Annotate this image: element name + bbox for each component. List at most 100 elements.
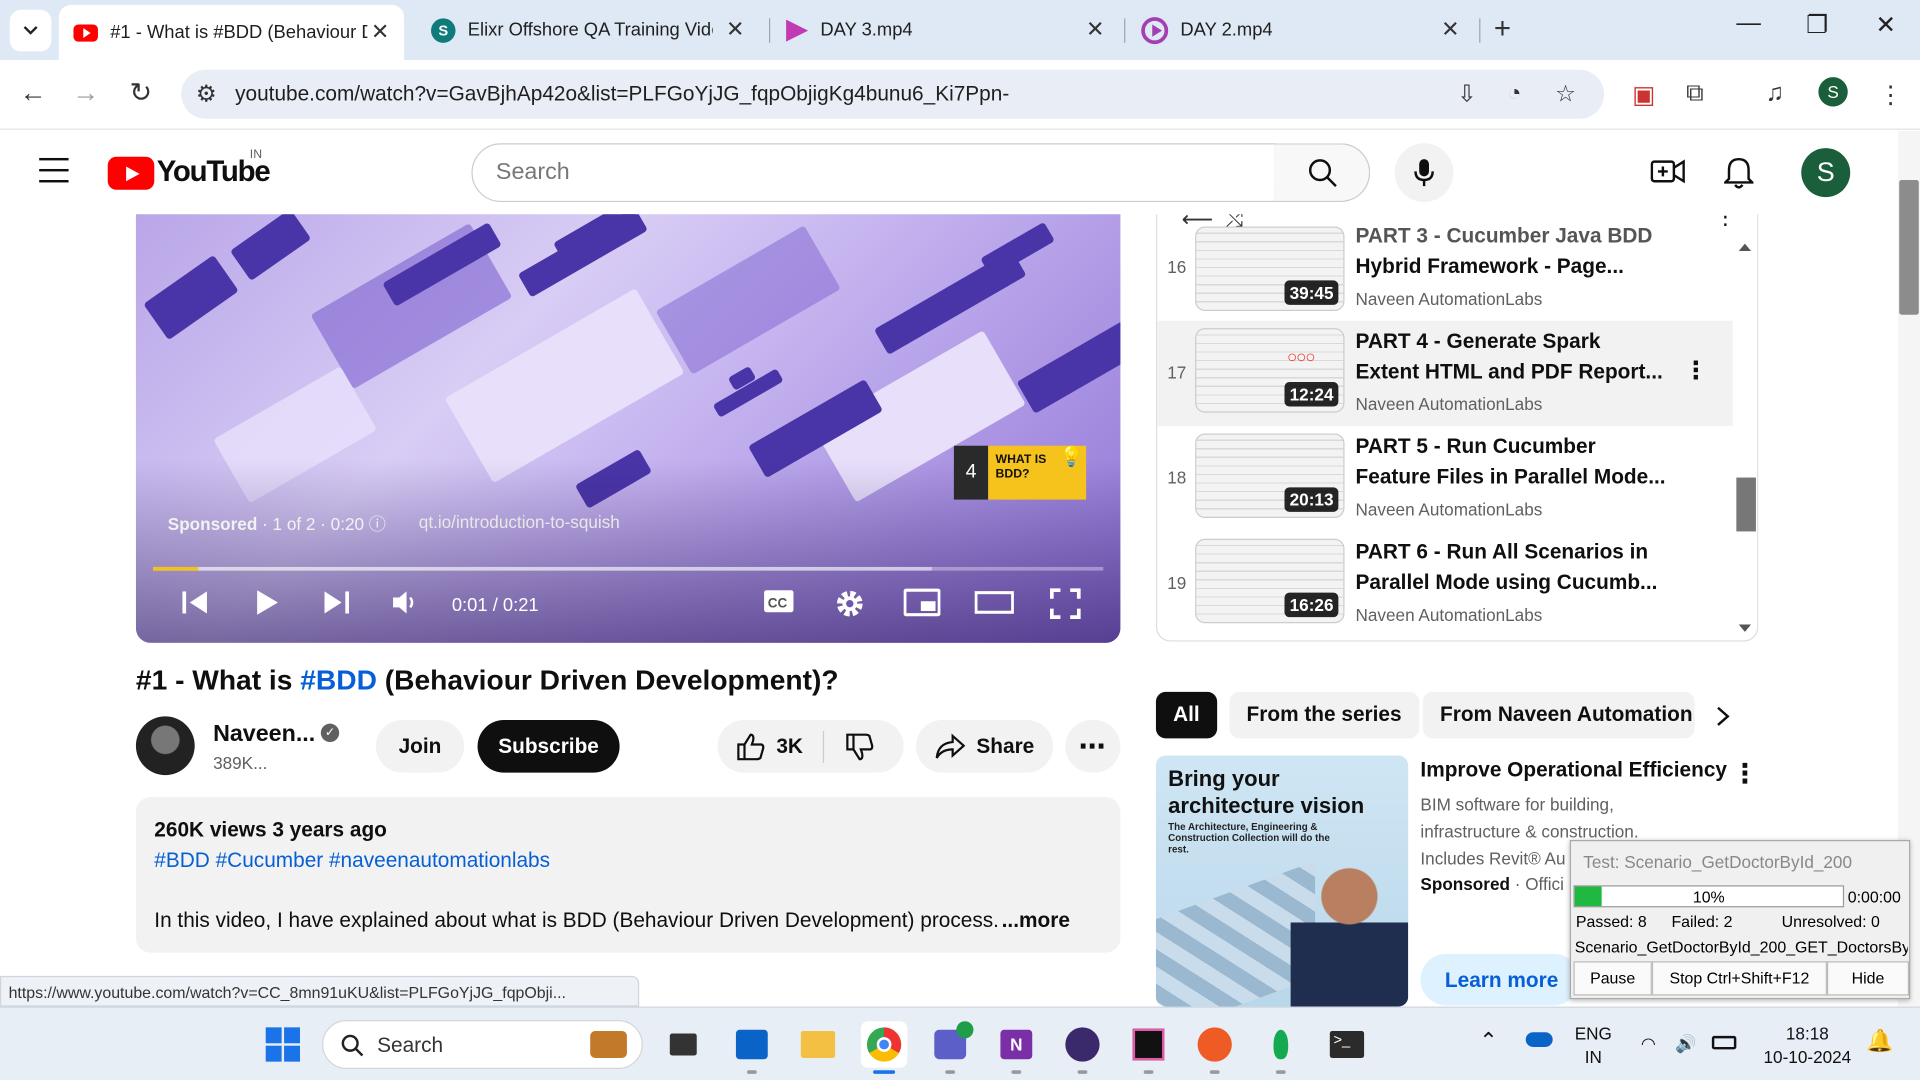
volume-icon[interactable]	[391, 588, 418, 617]
onedrive-icon[interactable]	[1525, 1030, 1553, 1053]
back-button[interactable]: ←	[15, 77, 52, 109]
address-bar[interactable]: ⚙ youtube.com/watch?v=GavBjhAp42o&list=P…	[181, 69, 1605, 119]
youtube-logo[interactable]: YouTube IN	[107, 148, 271, 190]
language-indicator[interactable]: ENG IN	[1575, 1022, 1612, 1069]
task-view-icon[interactable]	[660, 1021, 707, 1068]
restore-button[interactable]: ❐	[1793, 10, 1842, 41]
like-count[interactable]: 3K	[776, 734, 803, 758]
tab-elixr-training[interactable]: S Elixr Offshore QA Training Videos ✕	[416, 7, 759, 52]
pause-button[interactable]: Pause	[1573, 961, 1652, 996]
channel-name[interactable]: Naveen...	[213, 721, 315, 748]
seek-bar[interactable]	[153, 566, 1104, 571]
playlist-item[interactable]: 16 39:45 PART 3 - Cucumber Java BDD Hybr…	[1157, 214, 1733, 319]
ad-menu-icon[interactable]: ⋮	[1731, 758, 1758, 790]
miniplayer-icon[interactable]	[903, 588, 941, 617]
site-info-icon[interactable]: ⚙	[196, 81, 217, 109]
search-button[interactable]	[1274, 143, 1371, 203]
scroll-down-arrow-icon[interactable]	[1738, 624, 1752, 632]
theater-mode-icon[interactable]	[974, 588, 1014, 617]
playlist-item-current[interactable]: 17 ○○○ 12:24 PART 4 - Generate Spark Ext…	[1157, 320, 1733, 427]
chevron-right-icon[interactable]	[1713, 704, 1733, 728]
playlist-scrollbar[interactable]	[1735, 239, 1757, 637]
playlist-item[interactable]: 19 16:26 PART 6 - Run All Scenarios in P…	[1157, 531, 1733, 636]
bookmark-star-icon[interactable]: ☆	[1555, 81, 1576, 109]
channel-avatar[interactable]	[135, 716, 195, 776]
terminal-icon[interactable]: >_	[1324, 1021, 1371, 1068]
tab-day2-video[interactable]: DAY 2.mp4 ✕	[1129, 7, 1474, 52]
video-player[interactable]: Sponsored · 1 of 2 · 0:20 ⓘ qt.io/introd…	[135, 214, 1121, 643]
chip-from-channel[interactable]: From Naveen Automation	[1422, 691, 1695, 739]
battery-icon[interactable]	[1711, 1032, 1737, 1055]
tab-day3-video[interactable]: DAY 3.mp4 ✕	[774, 7, 1119, 52]
ad-title[interactable]: Improve Operational Efficiency	[1420, 758, 1727, 782]
windows-start-icon[interactable]	[265, 1027, 301, 1062]
ad-thumbnail[interactable]: Bring your architecture vision The Archi…	[1155, 755, 1409, 1007]
forward-button[interactable]: →	[67, 77, 104, 109]
learn-more-button[interactable]: Learn more	[1420, 953, 1580, 1006]
next-icon[interactable]	[322, 588, 351, 617]
close-window-button[interactable]: ✕	[1861, 10, 1910, 41]
up-next-thumbnail[interactable]: 4 WHAT IS BDD? 💡	[953, 445, 1087, 500]
voice-search-button[interactable]	[1394, 143, 1454, 203]
description-box[interactable]: 260K views 3 years ago #BDD #Cucumber #n…	[135, 797, 1121, 953]
minimize-button[interactable]: —	[1724, 10, 1773, 38]
more-actions-button[interactable]: ⋯	[1065, 720, 1121, 773]
tab-close-icon[interactable]: ✕	[726, 17, 744, 43]
playlist-item[interactable]: 18 20:13 PART 5 - Run Cucumber Feature F…	[1157, 426, 1733, 531]
chip-from-series[interactable]: From the series	[1229, 691, 1419, 739]
scrollbar-thumb[interactable]	[1736, 477, 1756, 532]
stop-button[interactable]: Stop Ctrl+Shift+F12	[1651, 961, 1827, 996]
item-menu-icon[interactable]: ⋮	[1684, 355, 1708, 386]
taskbar-search[interactable]: Search	[322, 1020, 643, 1069]
install-app-icon[interactable]: ⇩	[1457, 81, 1476, 109]
extension-icon[interactable]: ▣	[1632, 80, 1655, 111]
onenote-icon[interactable]: N	[993, 1021, 1040, 1074]
account-avatar[interactable]: S	[1801, 148, 1851, 198]
chrome-icon[interactable]	[860, 1021, 908, 1074]
scroll-up-arrow-icon[interactable]	[1738, 243, 1752, 252]
menu-hamburger-icon[interactable]	[39, 157, 69, 191]
scrollbar-thumb[interactable]	[1899, 180, 1919, 315]
captions-icon[interactable]: CC	[763, 588, 795, 615]
title-hashtag-link[interactable]: #BDD	[300, 664, 377, 696]
subscribe-button[interactable]: Subscribe	[477, 720, 620, 773]
mongodb-compass-icon[interactable]	[1258, 1021, 1305, 1074]
join-button[interactable]: Join	[375, 720, 465, 773]
tab-search-button[interactable]	[9, 9, 52, 52]
tab-youtube-video[interactable]: #1 - What is #BDD (Behaviour Driven Deve…	[58, 4, 405, 61]
new-tab-button[interactable]: +	[1494, 12, 1511, 46]
create-video-icon[interactable]	[1650, 156, 1685, 188]
outlook-icon[interactable]	[729, 1021, 776, 1074]
show-more-link[interactable]: ...more	[1002, 909, 1070, 933]
previous-icon[interactable]	[180, 588, 209, 617]
share-button[interactable]: Share	[915, 720, 1054, 773]
reload-button[interactable]: ↻	[122, 77, 159, 109]
postman-icon[interactable]	[1191, 1021, 1238, 1074]
settings-gear-icon[interactable]	[834, 588, 866, 620]
wifi-icon[interactable]: ◠	[1641, 1032, 1656, 1055]
thumbs-up-icon[interactable]	[735, 730, 767, 762]
description-hashtags[interactable]: #BDD #Cucumber #naveenautomationlabs	[154, 849, 550, 873]
chip-all[interactable]: All	[1155, 691, 1217, 739]
intellij-icon[interactable]	[1125, 1021, 1172, 1074]
performance-icon[interactable]: ◔	[1507, 81, 1521, 108]
file-explorer-icon[interactable]	[795, 1021, 842, 1068]
play-icon[interactable]	[251, 588, 280, 617]
tab-close-icon[interactable]: ✕	[1086, 17, 1104, 43]
ad-link[interactable]: qt.io/introduction-to-squish	[419, 512, 620, 532]
teams-icon[interactable]	[927, 1021, 974, 1074]
volume-icon[interactable]: 🔊	[1675, 1032, 1696, 1055]
eclipse-icon[interactable]	[1059, 1021, 1106, 1074]
thumbs-down-icon[interactable]	[843, 730, 875, 762]
notifications-bell-icon[interactable]	[1724, 156, 1754, 190]
search-input[interactable]: Search	[471, 143, 1276, 203]
profile-avatar[interactable]: S	[1818, 77, 1848, 107]
notification-bell-icon[interactable]: 🔔	[1866, 1029, 1893, 1053]
menu-kebab-icon[interactable]: ⋮	[1878, 80, 1902, 111]
tab-close-icon[interactable]: ✕	[1441, 17, 1459, 43]
clock[interactable]: 18:18 10-10-2024	[1758, 1022, 1856, 1069]
hide-button[interactable]: Hide	[1826, 961, 1909, 996]
tab-close-icon[interactable]: ✕	[371, 20, 389, 46]
tray-overflow-icon[interactable]: ⌃	[1479, 1029, 1497, 1053]
extensions-puzzle-icon[interactable]: ⧉	[1686, 80, 1703, 108]
